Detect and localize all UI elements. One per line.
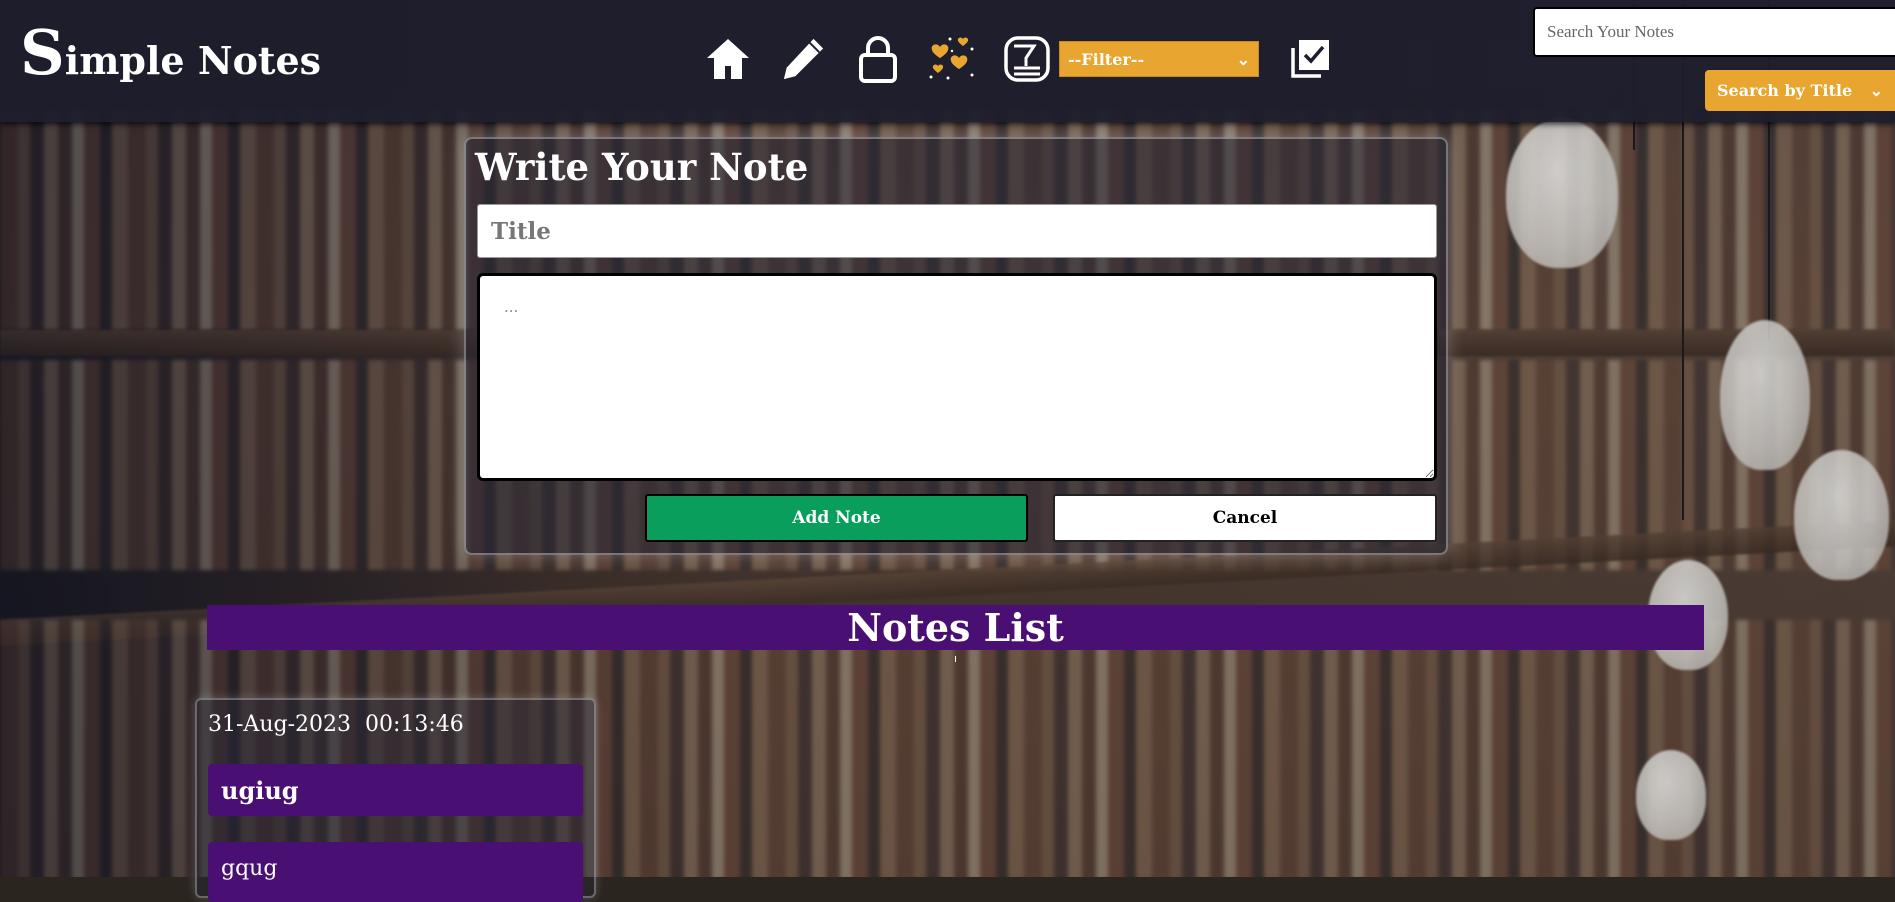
note-body-textarea[interactable] (477, 273, 1437, 481)
notes-list-heading: Notes List (207, 605, 1704, 650)
write-note-panel: Write Your Note Add Note Cancel (464, 137, 1448, 555)
note-card[interactable]: 31-Aug-2023 00:13:46 ugiug gqug (195, 698, 596, 902)
add-note-button[interactable]: Add Note (645, 494, 1028, 542)
top-navbar: Simple Notes --Filter--⌄ Search by Title… (0, 0, 1895, 122)
hearts-icon[interactable] (925, 32, 979, 86)
note-body: gqug (208, 842, 583, 902)
checked-stack-icon[interactable] (1283, 32, 1337, 86)
write-note-heading: Write Your Note (475, 145, 809, 189)
archive-icon[interactable] (1000, 32, 1054, 86)
divider (955, 656, 956, 662)
note-time: 00:13:46 (365, 712, 464, 737)
note-date: 31-Aug-2023 (208, 712, 351, 737)
cancel-button[interactable]: Cancel (1053, 494, 1437, 542)
filter-dropdown[interactable]: --Filter-- ⌄ (1059, 41, 1259, 77)
note-title-input[interactable] (477, 204, 1437, 258)
lock-icon[interactable] (851, 32, 905, 86)
pencil-icon[interactable] (776, 32, 830, 86)
note-title: ugiug (208, 764, 583, 816)
search-input[interactable] (1533, 7, 1895, 57)
search-mode-dropdown[interactable]: Search by Title ⌄ (1705, 70, 1895, 111)
home-icon[interactable] (701, 32, 755, 86)
app-logo[interactable]: Simple Notes (20, 22, 321, 84)
